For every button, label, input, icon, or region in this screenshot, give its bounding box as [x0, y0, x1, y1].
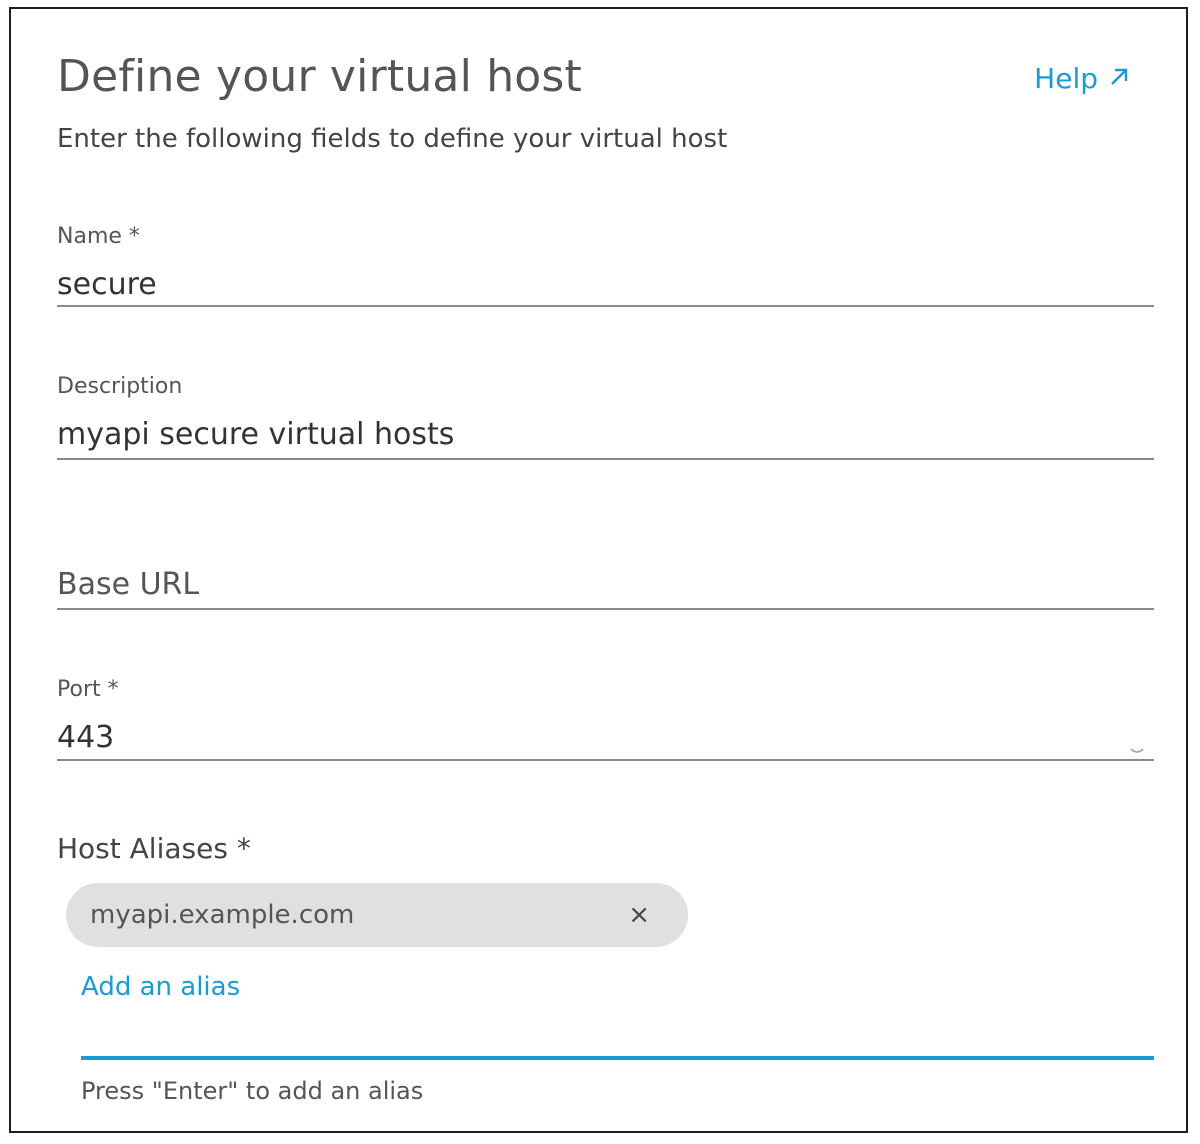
- port-underline: [57, 759, 1154, 761]
- description-field[interactable]: myapi secure virtual hosts: [57, 415, 454, 455]
- name-underline: [57, 305, 1154, 307]
- alias-chip: myapi.example.com ×: [66, 883, 688, 947]
- external-link-arrow-icon: [1108, 61, 1130, 97]
- port-field[interactable]: 443: [57, 718, 114, 758]
- description-label: Description: [57, 374, 183, 399]
- name-field[interactable]: secure: [57, 265, 157, 305]
- dialog-panel: Define your virtual host Help Enter the …: [9, 7, 1188, 1133]
- description-underline: [57, 458, 1154, 460]
- host-aliases-label: Host Aliases *: [57, 832, 251, 865]
- name-label: Name *: [57, 224, 140, 249]
- base-url-field[interactable]: Base URL: [57, 565, 199, 605]
- page-subtitle: Enter the following fields to define you…: [57, 124, 728, 154]
- help-label: Help: [1034, 62, 1098, 95]
- base-url-underline: [57, 608, 1154, 610]
- spinner-icon[interactable]: [1129, 746, 1145, 756]
- alias-input-underline: [81, 1056, 1154, 1060]
- add-alias-link[interactable]: Add an alias: [81, 970, 240, 1004]
- page-title: Define your virtual host: [57, 51, 582, 102]
- alias-hint: Press "Enter" to add an alias: [81, 1077, 424, 1105]
- port-label: Port *: [57, 677, 119, 702]
- alias-input[interactable]: [81, 1014, 1154, 1054]
- alias-chip-label: myapi.example.com: [90, 900, 355, 930]
- close-icon[interactable]: ×: [614, 902, 664, 928]
- help-link[interactable]: Help: [1034, 61, 1130, 97]
